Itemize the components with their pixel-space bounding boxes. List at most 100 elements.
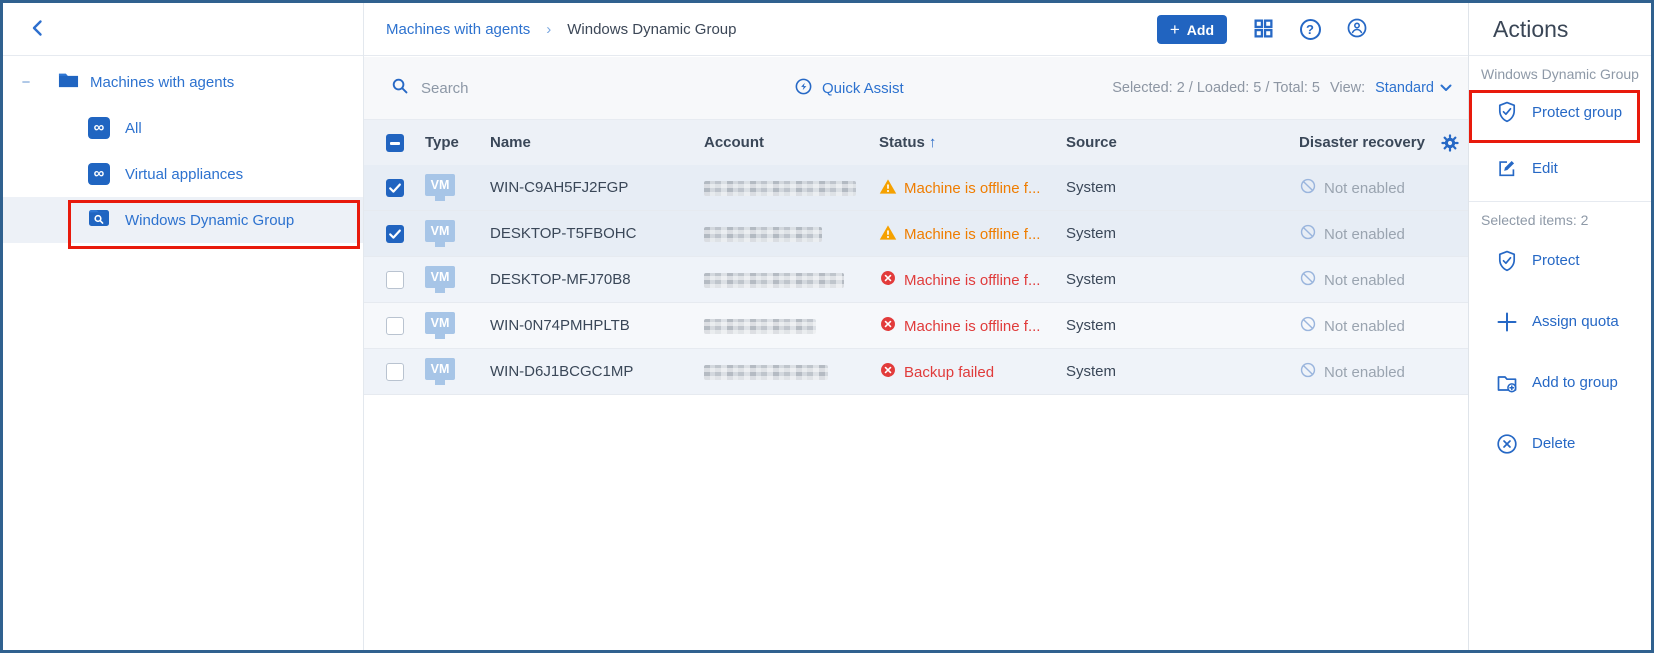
sidebar-item-virtual-appliances[interactable]: ∞ Virtual appliances bbox=[3, 151, 363, 197]
disaster-recovery-text: Not enabled bbox=[1324, 364, 1405, 381]
source-cell: System bbox=[1066, 211, 1116, 257]
status-text: Machine is offline f... bbox=[904, 226, 1040, 243]
row-checkbox[interactable] bbox=[386, 363, 404, 381]
sidebar-item-label: All bbox=[125, 120, 142, 137]
account-redacted bbox=[704, 273, 844, 288]
app-window: − Machines with agents ∞ All ∞ Virtual a… bbox=[0, 0, 1654, 653]
grid-icon bbox=[1253, 18, 1274, 42]
error-icon bbox=[879, 269, 897, 291]
column-header-disaster-recovery[interactable]: Disaster recovery bbox=[1299, 120, 1437, 166]
search-input[interactable] bbox=[421, 80, 721, 97]
apps-grid-button[interactable] bbox=[1252, 19, 1274, 41]
column-header-status[interactable]: Status↑ bbox=[879, 120, 936, 166]
action-edit[interactable]: Edit bbox=[1469, 140, 1651, 196]
disaster-recovery-cell: Not enabled bbox=[1299, 257, 1405, 303]
status-cell: Backup failed bbox=[879, 349, 994, 395]
row-checkbox[interactable] bbox=[386, 271, 404, 289]
collapse-icon[interactable]: − bbox=[19, 74, 33, 91]
shield-check-icon bbox=[1495, 249, 1519, 273]
status-cell: Machine is offline f... bbox=[879, 257, 1040, 303]
row-checkbox[interactable] bbox=[386, 179, 404, 197]
table-row[interactable]: VM DESKTOP-T5FBOHC Machine is offline f.… bbox=[364, 211, 1468, 257]
quick-assist-link[interactable]: Quick Assist bbox=[794, 57, 904, 119]
actions-panel: Actions Windows Dynamic Group Protect gr… bbox=[1468, 3, 1651, 650]
column-header-account[interactable]: Account bbox=[704, 120, 764, 166]
folder-search-icon bbox=[88, 208, 110, 232]
not-enabled-icon bbox=[1299, 177, 1317, 199]
vm-type-badge: VM bbox=[425, 174, 455, 196]
action-label: Assign quota bbox=[1532, 313, 1619, 330]
action-protect[interactable]: Protect bbox=[1469, 230, 1651, 291]
sidebar-item-windows-dynamic-group[interactable]: Windows Dynamic Group bbox=[3, 197, 363, 243]
breadcrumb-current: Windows Dynamic Group bbox=[567, 21, 736, 38]
action-label: Add to group bbox=[1532, 374, 1618, 391]
error-icon bbox=[879, 361, 897, 383]
disaster-recovery-text: Not enabled bbox=[1324, 272, 1405, 289]
sidebar-item-label: Machines with agents bbox=[90, 74, 234, 91]
row-checkbox[interactable] bbox=[386, 225, 404, 243]
table-row[interactable]: VM WIN-C9AH5FJ2FGP Machine is offline f.… bbox=[364, 165, 1468, 211]
action-add-to-group[interactable]: Add to group bbox=[1469, 352, 1651, 413]
shield-check-icon bbox=[1495, 100, 1519, 124]
header-actions: + Add ? bbox=[1157, 3, 1368, 56]
machine-name: DESKTOP-T5FBOHC bbox=[490, 211, 636, 257]
status-text: Machine is offline f... bbox=[904, 180, 1040, 197]
action-label: Protect bbox=[1532, 252, 1580, 269]
help-icon: ? bbox=[1300, 19, 1321, 40]
machine-name: WIN-C9AH5FJ2FGP bbox=[490, 165, 628, 211]
table-row[interactable]: VM WIN-0N74PMHPLTB Machine is offline f.… bbox=[364, 303, 1468, 349]
source-cell: System bbox=[1066, 303, 1116, 349]
help-button[interactable]: ? bbox=[1299, 19, 1321, 41]
view-dropdown[interactable]: Standard bbox=[1375, 80, 1452, 96]
toolbar-right: Selected: 2 / Loaded: 5 / Total: 5 View:… bbox=[1112, 57, 1452, 119]
action-delete[interactable]: Delete bbox=[1469, 413, 1651, 474]
row-checkbox[interactable] bbox=[386, 317, 404, 335]
column-header-source[interactable]: Source bbox=[1066, 120, 1117, 166]
vm-type-badge: VM bbox=[425, 220, 455, 242]
infinity-icon: ∞ bbox=[88, 117, 110, 139]
action-label: Edit bbox=[1532, 160, 1558, 177]
action-assign-quota[interactable]: Assign quota bbox=[1469, 291, 1651, 352]
status-cell: Machine is offline f... bbox=[879, 303, 1040, 349]
breadcrumb-parent[interactable]: Machines with agents bbox=[386, 21, 530, 38]
sidebar-item-all[interactable]: ∞ All bbox=[3, 105, 363, 151]
source-cell: System bbox=[1066, 349, 1116, 395]
machine-tree: − Machines with agents ∞ All ∞ Virtual a… bbox=[3, 59, 363, 243]
account-redacted bbox=[704, 319, 816, 334]
account-button[interactable] bbox=[1346, 19, 1368, 41]
edit-icon bbox=[1495, 157, 1519, 179]
add-button-label: Add bbox=[1187, 22, 1214, 38]
table-row[interactable]: VM WIN-D6J1BCGC1MP Backup failed System … bbox=[364, 349, 1468, 395]
machine-name: DESKTOP-MFJ70B8 bbox=[490, 257, 631, 303]
table-toolbar: Quick Assist Selected: 2 / Loaded: 5 / T… bbox=[364, 57, 1468, 119]
warning-icon bbox=[879, 178, 897, 199]
search-icon bbox=[391, 77, 409, 100]
panel-section-label-selected: Selected items: 2 bbox=[1469, 202, 1651, 230]
error-icon bbox=[879, 315, 897, 337]
quick-assist-icon bbox=[794, 77, 813, 100]
column-settings-button[interactable] bbox=[1441, 134, 1459, 152]
not-enabled-icon bbox=[1299, 269, 1317, 291]
back-button[interactable] bbox=[25, 16, 51, 42]
table-row[interactable]: VM DESKTOP-MFJ70B8 Machine is offline f.… bbox=[364, 257, 1468, 303]
sidebar-item-machines-with-agents[interactable]: − Machines with agents bbox=[3, 59, 363, 105]
view-dropdown-value: Standard bbox=[1375, 80, 1434, 96]
user-account-icon bbox=[1346, 17, 1368, 42]
status-text: Machine is offline f... bbox=[904, 318, 1040, 335]
folder-plus-icon bbox=[1495, 371, 1519, 395]
column-header-type[interactable]: Type bbox=[425, 120, 459, 166]
vm-type-badge: VM bbox=[425, 312, 455, 334]
account-redacted bbox=[704, 181, 856, 196]
breadcrumb-separator-icon: › bbox=[546, 21, 551, 38]
search-box bbox=[391, 57, 721, 119]
folder-icon bbox=[58, 71, 79, 93]
account-redacted bbox=[704, 365, 828, 380]
sidebar-item-label: Virtual appliances bbox=[125, 166, 243, 183]
selection-summary: Selected: 2 / Loaded: 5 / Total: 5 bbox=[1112, 80, 1320, 96]
select-all-checkbox[interactable] bbox=[386, 134, 404, 152]
disaster-recovery-text: Not enabled bbox=[1324, 226, 1405, 243]
column-header-name[interactable]: Name bbox=[490, 120, 531, 166]
add-button[interactable]: + Add bbox=[1157, 15, 1227, 44]
action-protect-group[interactable]: Protect group bbox=[1469, 84, 1651, 140]
machine-name: WIN-0N74PMHPLTB bbox=[490, 303, 630, 349]
